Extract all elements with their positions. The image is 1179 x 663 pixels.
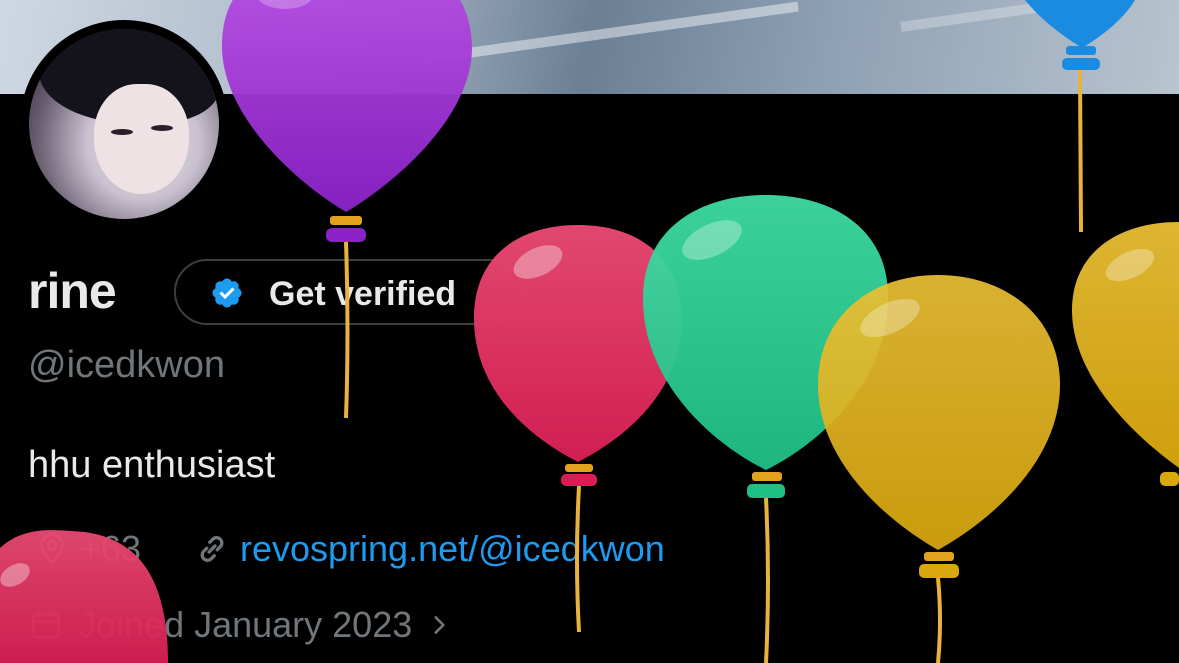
avatar-image [29,29,219,219]
location-pin-icon [39,533,65,565]
get-verified-label: Get verified [269,275,457,313]
profile-handle: @icedkwon [28,344,225,386]
get-verified-button[interactable]: Get verified [174,259,523,325]
joined-text: Joined January 2023 [78,604,413,645]
chevron-right-icon[interactable] [426,612,452,638]
banner-decoration [900,0,1100,32]
banner-decoration [421,1,799,65]
link-icon [200,536,224,562]
location-text: +63 [80,528,142,569]
avatar-face [94,84,189,194]
display-name: rine [28,263,117,319]
avatar-eye [151,125,173,131]
calendar-icon [31,611,61,639]
website-link[interactable]: revospring.net/@icedkwon [240,528,665,570]
avatar[interactable] [20,20,228,228]
balloon-green [642,195,889,663]
avatar-eye [111,129,133,135]
balloon-yellow [1072,222,1179,486]
profile-bio: hhu enthusiast [28,444,276,486]
profile-website[interactable]: revospring.net/@icedkwon [194,528,665,570]
verified-badge-icon [212,278,242,308]
profile-joined: Joined January 2023 [28,604,452,646]
profile-location: +63 [34,528,141,570]
balloon-yellow [818,275,1060,663]
